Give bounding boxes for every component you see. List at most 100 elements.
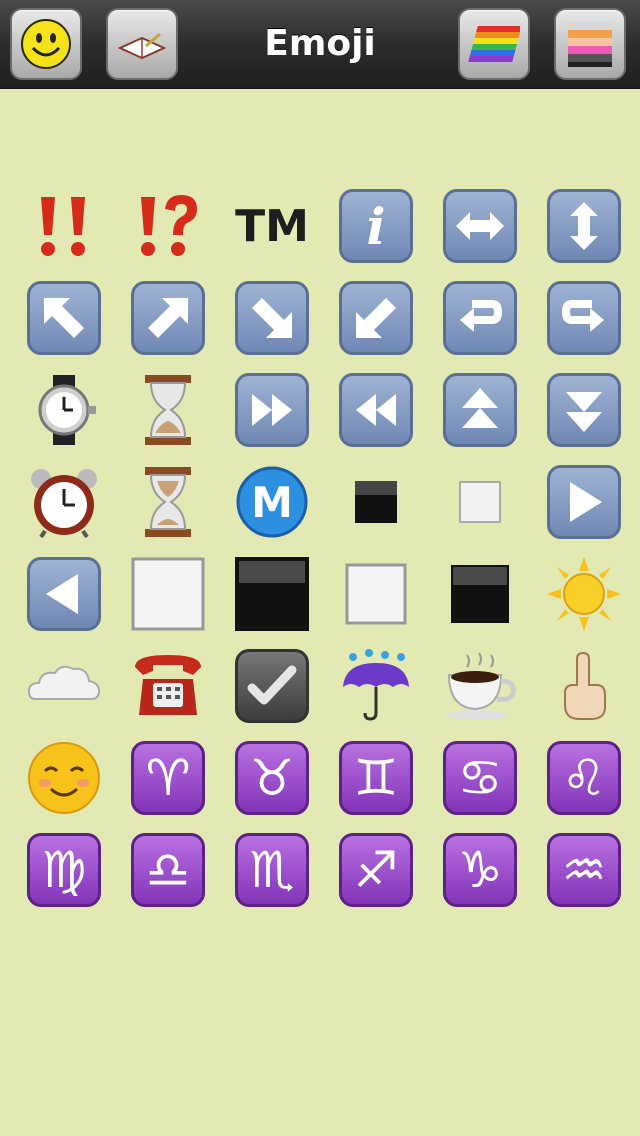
- capricorn-glyph: ♑: [457, 841, 503, 899]
- index-pointing-up-icon: [547, 649, 621, 723]
- emoji-libra[interactable]: ♎: [116, 824, 220, 916]
- black-medium-square-icon: [443, 557, 517, 631]
- rewind-icon: [339, 373, 413, 447]
- rainbow-icon: [468, 18, 522, 70]
- emoji-double-up[interactable]: [428, 364, 532, 456]
- smiley-button[interactable]: [10, 8, 82, 80]
- emoji-exclamation-question[interactable]: [116, 180, 220, 272]
- emoji-return-right-arrow[interactable]: [532, 272, 636, 364]
- emoji-sun[interactable]: [532, 548, 636, 640]
- emoji-reverse-button[interactable]: [12, 548, 116, 640]
- palette-button[interactable]: [554, 8, 626, 80]
- color-stripes-icon: [564, 18, 616, 70]
- emoji-virgo[interactable]: ♍: [12, 824, 116, 916]
- emoji-double-exclamation[interactable]: [12, 180, 116, 272]
- emoji-watch[interactable]: [12, 364, 116, 456]
- info-glyph: i: [366, 196, 386, 256]
- emoji-cloud[interactable]: [12, 640, 116, 732]
- alarm-clock-icon: [27, 465, 101, 539]
- taurus-icon: ♉: [235, 741, 309, 815]
- emoji-return-left-arrow[interactable]: [428, 272, 532, 364]
- emoji-double-down[interactable]: [532, 364, 636, 456]
- double-exclamation-icon: [27, 189, 101, 263]
- emoji-white-small-square[interactable]: [428, 456, 532, 548]
- emoji-black-small-square[interactable]: [324, 456, 428, 548]
- emoji-up-right-arrow[interactable]: [116, 272, 220, 364]
- emoji-umbrella-rain[interactable]: [324, 640, 428, 732]
- up-left-arrow-icon: [27, 281, 101, 355]
- emoji-capricorn[interactable]: ♑: [428, 824, 532, 916]
- play-button-icon: [547, 465, 621, 539]
- emoji-gemini[interactable]: ♊: [324, 732, 428, 824]
- emoji-telephone[interactable]: [116, 640, 220, 732]
- taurus-glyph: ♉: [249, 749, 295, 807]
- emoji-up-down-arrow[interactable]: [532, 180, 636, 272]
- virgo-glyph: ♍: [41, 841, 87, 899]
- emoji-white-medium-square[interactable]: [324, 548, 428, 640]
- aries-icon: ♈: [131, 741, 205, 815]
- emoji-smiling-face[interactable]: [12, 732, 116, 824]
- sagittarius-icon: ♐: [339, 833, 413, 907]
- emoji-hot-beverage[interactable]: [428, 640, 532, 732]
- telephone-icon: [131, 649, 205, 723]
- emoji-hourglass-flowing[interactable]: [116, 456, 220, 548]
- emoji-circled-m[interactable]: M: [220, 456, 324, 548]
- sun-icon: [547, 557, 621, 631]
- emoji-black-medium-square[interactable]: [428, 548, 532, 640]
- hourglass-flowing-icon: [131, 465, 205, 539]
- double-up-arrow-icon: [443, 373, 517, 447]
- gemini-glyph: ♊: [353, 749, 399, 807]
- emoji-fast-forward[interactable]: [220, 364, 324, 456]
- emoji-information[interactable]: i: [324, 180, 428, 272]
- emoji-check-mark[interactable]: [220, 640, 324, 732]
- emoji-cancer[interactable]: ♋: [428, 732, 532, 824]
- aquarius-icon: ♒: [547, 833, 621, 907]
- emoji-up-left-arrow[interactable]: [12, 272, 116, 364]
- emoji-alarm-clock[interactable]: [12, 456, 116, 548]
- book-icon: [116, 18, 168, 70]
- emoji-taurus[interactable]: ♉: [220, 732, 324, 824]
- emoji-grid: TM i M ♈ ♉ ♊ ♋ ♌ ♍ ♎ ♏ ♐ ♑ ♒: [12, 180, 636, 916]
- cloud-icon: [27, 649, 101, 723]
- umbrella-rain-icon: [339, 649, 413, 723]
- emoji-index-pointing-up[interactable]: [532, 640, 636, 732]
- hot-beverage-icon: [443, 649, 517, 723]
- double-down-arrow-icon: [547, 373, 621, 447]
- down-right-arrow-icon: [235, 281, 309, 355]
- page-title: Emoji: [264, 23, 376, 64]
- leo-icon: ♌: [547, 741, 621, 815]
- white-small-square-icon: [443, 465, 517, 539]
- emoji-hourglass[interactable]: [116, 364, 220, 456]
- check-mark-icon: [235, 649, 309, 723]
- emoji-down-left-arrow[interactable]: [324, 272, 428, 364]
- watch-icon: [27, 373, 101, 447]
- black-small-square-icon: [339, 465, 413, 539]
- capricorn-icon: ♑: [443, 833, 517, 907]
- emoji-aries[interactable]: ♈: [116, 732, 220, 824]
- up-right-arrow-icon: [131, 281, 205, 355]
- book-button[interactable]: [106, 8, 178, 80]
- emoji-play-button[interactable]: [532, 456, 636, 548]
- emoji-aquarius[interactable]: ♒: [532, 824, 636, 916]
- emoji-rewind[interactable]: [324, 364, 428, 456]
- theme-button[interactable]: [458, 8, 530, 80]
- emoji-trademark[interactable]: TM: [220, 180, 324, 272]
- up-down-arrow-icon: [547, 189, 621, 263]
- gemini-icon: ♊: [339, 741, 413, 815]
- smiley-icon: [20, 18, 72, 70]
- emoji-sagittarius[interactable]: ♐: [324, 824, 428, 916]
- sagittarius-glyph: ♐: [353, 841, 399, 899]
- fast-forward-icon: [235, 373, 309, 447]
- top-bar: Emoji: [0, 0, 640, 89]
- libra-icon: ♎: [131, 833, 205, 907]
- return-right-arrow-icon: [547, 281, 621, 355]
- scorpio-icon: ♏: [235, 833, 309, 907]
- emoji-leo[interactable]: ♌: [532, 732, 636, 824]
- leo-glyph: ♌: [561, 749, 607, 807]
- emoji-white-large-square[interactable]: [116, 548, 220, 640]
- cancer-glyph: ♋: [457, 749, 503, 807]
- emoji-down-right-arrow[interactable]: [220, 272, 324, 364]
- emoji-black-large-square[interactable]: [220, 548, 324, 640]
- emoji-scorpio[interactable]: ♏: [220, 824, 324, 916]
- emoji-left-right-arrow[interactable]: [428, 180, 532, 272]
